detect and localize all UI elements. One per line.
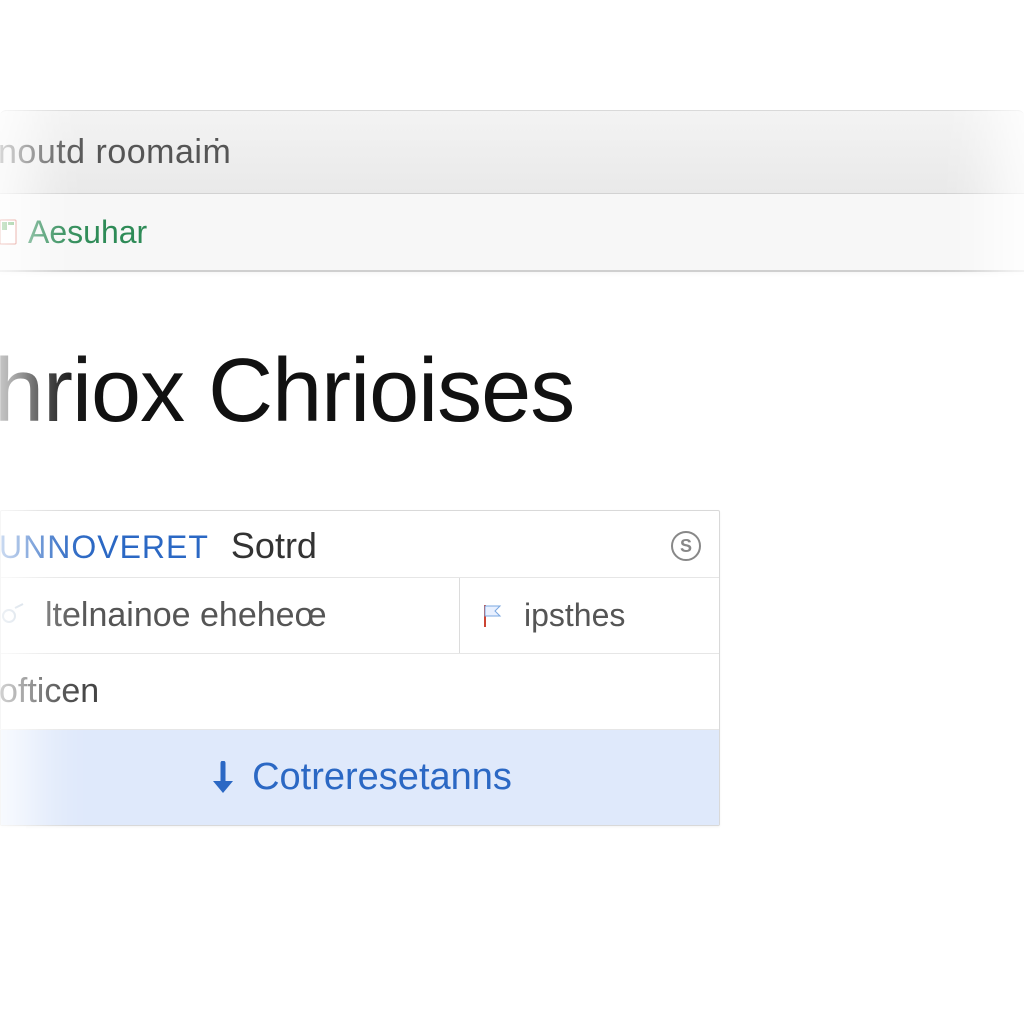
info-icon[interactable]: S	[671, 531, 701, 561]
panel-row-option-label: ltelnainoe eheheœ	[45, 596, 327, 635]
panel-row-secondary[interactable]: ipsthes	[459, 578, 719, 653]
panel-row: ltelnainoe eheheœ ipsthes	[1, 578, 719, 654]
panel-row-option-2[interactable]: ofticen	[0, 654, 719, 730]
panel-row-option[interactable]: ltelnainoe eheheœ	[0, 578, 459, 653]
option-icon	[0, 602, 27, 630]
window-titlebar: noutd roomaiṁ	[0, 110, 1024, 194]
panel-header: unnoveret Sotrd S	[1, 511, 719, 578]
arrow-down-icon	[208, 761, 238, 795]
page-title: hriox Chrioises	[0, 340, 574, 443]
panel-footer-label: Cotreresetanns	[252, 756, 512, 799]
flag-icon	[480, 603, 506, 629]
panel-header-left: unnoveret Sotrd	[1, 525, 317, 567]
panel-row-option-2-label: ofticen	[0, 672, 99, 710]
toolbar-item-label: Aesuhar	[28, 214, 147, 251]
panel-header-link[interactable]: unnoveret	[0, 529, 209, 566]
toolbar-item[interactable]: Aesuhar	[0, 214, 147, 251]
panel-footer-button[interactable]: Cotreresetanns	[1, 730, 719, 825]
panel-header-right: S	[671, 531, 701, 561]
panel-header-label: Sotrd	[231, 525, 317, 567]
options-panel: unnoveret Sotrd S ltelnainoe eheheœ ipst…	[0, 510, 720, 826]
toolbar: Aesuhar	[0, 194, 1024, 272]
panel-row-secondary-label: ipsthes	[524, 597, 625, 634]
bookmark-icon	[0, 219, 18, 245]
window-title: noutd roomaiṁ	[0, 133, 231, 172]
